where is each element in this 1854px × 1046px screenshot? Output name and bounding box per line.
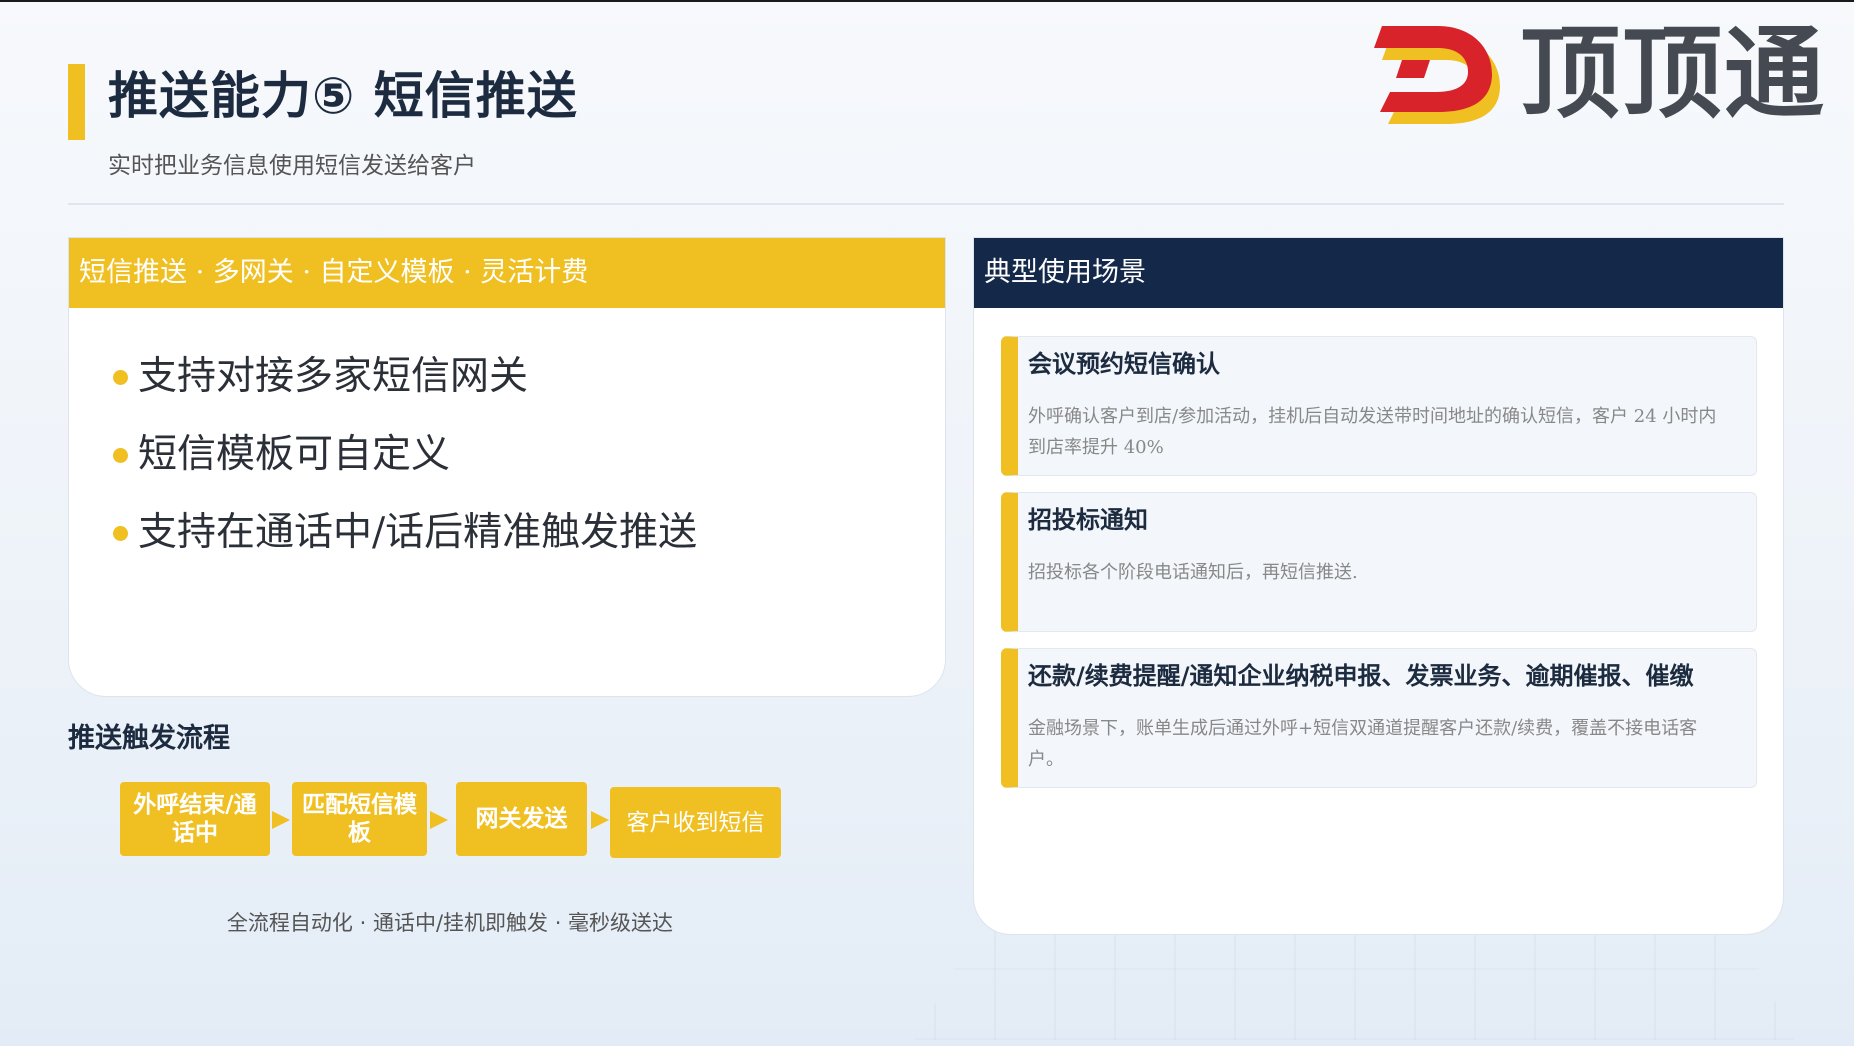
flow-arrow-icon <box>272 811 290 829</box>
flow-step: 客户收到短信 <box>610 787 781 858</box>
scene-item: 招投标通知 招投标各个阶段电话通知后，再短信推送. <box>1001 492 1757 632</box>
bullet-dot-icon <box>113 525 128 541</box>
scene-desc: 外呼确认客户到店/参加活动，挂机后自动发送带时间地址的确认短信，客户 24 小时… <box>1028 406 1717 458</box>
features-card: 短信推送 · 多网关 · 自定义模板 · 灵活计费 支持对接多家短信网关 短信模… <box>68 237 946 697</box>
brand-logo: 顶顶通 <box>1368 20 1838 128</box>
scene-item: 会议预约短信确认 外呼确认客户到店/参加活动，挂机后自动发送带时间地址的确认短信… <box>1001 336 1757 476</box>
scene-title: 还款/续费提醒/通知企业纳税申报、发票业务、逾期催报、催缴 <box>1028 662 1694 690</box>
features-card-header: 短信推送 · 多网关 · 自定义模板 · 灵活计费 <box>69 238 945 308</box>
flow-note: 全流程自动化 · 通话中/挂机即触发 · 毫秒级送达 <box>226 911 674 935</box>
flow-step: 外呼结束/通话中 <box>120 782 270 856</box>
feature-item: 短信模板可自定义 <box>113 416 697 494</box>
feature-list: 支持对接多家短信网关 短信模板可自定义 支持在通话中/话后精准触发推送 <box>113 338 697 572</box>
flow-title: 推送触发流程 <box>68 723 230 754</box>
feature-item: 支持在通话中/话后精准触发推送 <box>113 494 697 572</box>
bullet-dot-icon <box>113 369 128 385</box>
logo-mark-icon <box>1374 26 1500 124</box>
scene-desc: 金融场景下，账单生成后通过外呼+短信双通道提醒客户还款/续费，覆盖不接电话客户。 <box>1028 718 1698 770</box>
scenes-card-header: 典型使用场景 <box>974 238 1783 308</box>
bullet-dot-icon <box>113 447 128 463</box>
scenes-card: 典型使用场景 会议预约短信确认 外呼确认客户到店/参加活动，挂机后自动发送带时间… <box>973 237 1784 935</box>
page-title: 推送能力⑤ 短信推送 <box>108 67 578 125</box>
flow-arrow-icon <box>430 811 448 829</box>
feature-text: 支持对接多家短信网关 <box>138 354 529 399</box>
header-divider <box>68 203 1784 205</box>
scene-desc: 招投标各个阶段电话通知后，再短信推送. <box>1028 562 1358 583</box>
title-accent-bar <box>68 64 85 140</box>
top-border-line <box>0 0 1854 2</box>
page-subtitle: 实时把业务信息使用短信发送给客户 <box>108 153 476 179</box>
scene-title: 招投标通知 <box>1028 506 1148 534</box>
scene-item: 还款/续费提醒/通知企业纳税申报、发票业务、逾期催报、催缴 金融场景下，账单生成… <box>1001 648 1757 788</box>
logo-wordmark: 顶顶通 <box>1520 15 1826 132</box>
feature-text: 支持在通话中/话后精准触发推送 <box>138 510 698 555</box>
flow-step: 网关发送 <box>456 782 587 856</box>
scene-title: 会议预约短信确认 <box>1028 350 1220 378</box>
feature-text: 短信模板可自定义 <box>138 432 451 477</box>
feature-item: 支持对接多家短信网关 <box>113 338 697 416</box>
flow-arrow-icon <box>591 811 609 829</box>
flow-step: 匹配短信模板 <box>292 782 427 856</box>
